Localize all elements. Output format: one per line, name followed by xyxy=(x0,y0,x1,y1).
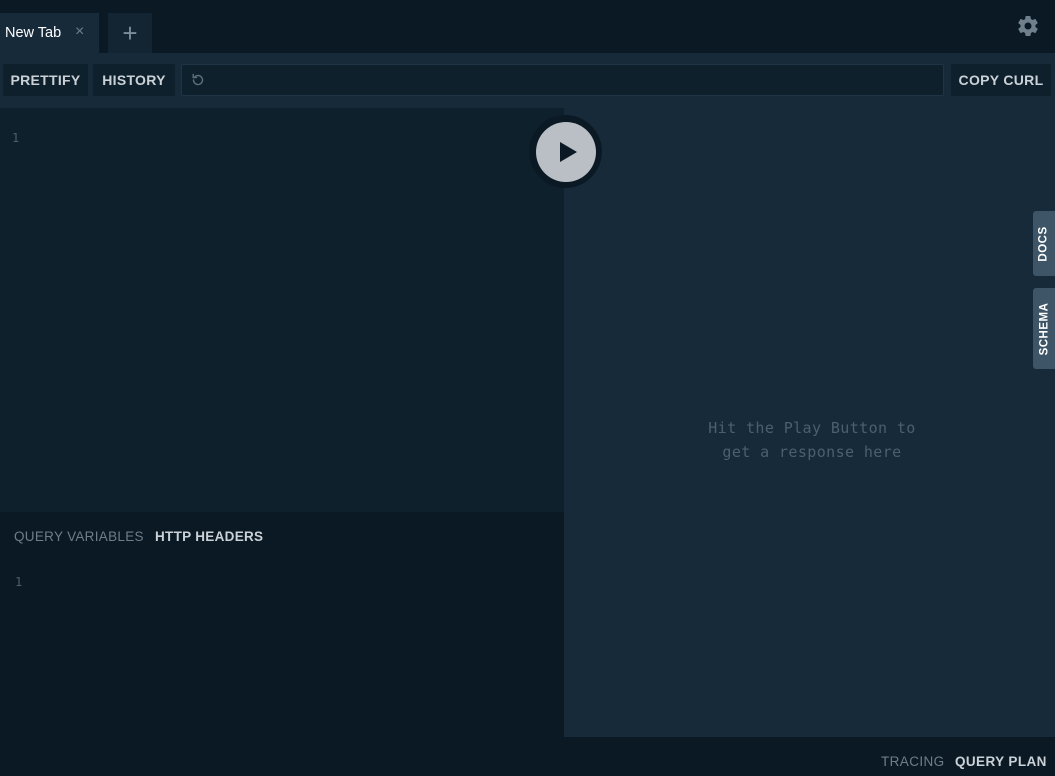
reload-icon[interactable] xyxy=(190,72,206,88)
result-hint-line-2: get a response here xyxy=(722,443,902,461)
prettify-button[interactable]: PRETTIFY xyxy=(3,64,88,96)
tab-new-tab[interactable]: New Tab × xyxy=(0,13,99,53)
result-pane: Hit the Play Button to get a response he… xyxy=(564,108,1055,737)
result-hint-line-1: Hit the Play Button to xyxy=(708,419,916,437)
docs-tab[interactable]: DOCS xyxy=(1033,211,1055,276)
tab-query-plan[interactable]: QUERY PLAN xyxy=(955,754,1047,769)
variables-pane: QUERY VARIABLES HTTP HEADERS 1 xyxy=(0,512,564,737)
close-icon[interactable]: × xyxy=(75,23,84,41)
play-icon xyxy=(559,141,577,162)
query-editor[interactable]: 1 xyxy=(0,108,564,512)
schema-tab-label: SCHEMA xyxy=(1038,302,1050,355)
endpoint-url-input[interactable] xyxy=(181,64,944,96)
copy-curl-button[interactable]: COPY CURL xyxy=(951,64,1051,96)
line-number: 1 xyxy=(12,131,20,145)
result-hint: Hit the Play Button to get a response he… xyxy=(564,416,1055,464)
docs-tab-label: DOCS xyxy=(1038,225,1051,262)
history-button[interactable]: HISTORY xyxy=(93,64,175,96)
plus-icon: + xyxy=(122,17,138,48)
add-tab-button[interactable]: + xyxy=(108,13,152,53)
tab-title: New Tab xyxy=(5,25,62,41)
play-button[interactable] xyxy=(535,121,596,182)
tab-http-headers[interactable]: HTTP HEADERS xyxy=(155,529,263,544)
line-number: 1 xyxy=(15,575,23,589)
gear-icon[interactable] xyxy=(1016,14,1040,38)
tab-tracing[interactable]: TRACING xyxy=(881,754,945,769)
tab-bar: New Tab × + xyxy=(0,0,1055,53)
play-button-ring xyxy=(529,115,602,188)
tab-query-variables[interactable]: QUERY VARIABLES xyxy=(14,529,144,544)
footer: TRACING QUERY PLAN xyxy=(0,737,1055,776)
schema-tab[interactable]: SCHEMA xyxy=(1033,288,1055,369)
graphql-playground: New Tab × + PRETTIFY HISTORY COPY CURL 1 xyxy=(0,0,1055,776)
toolbar: PRETTIFY HISTORY COPY CURL xyxy=(0,53,1055,108)
